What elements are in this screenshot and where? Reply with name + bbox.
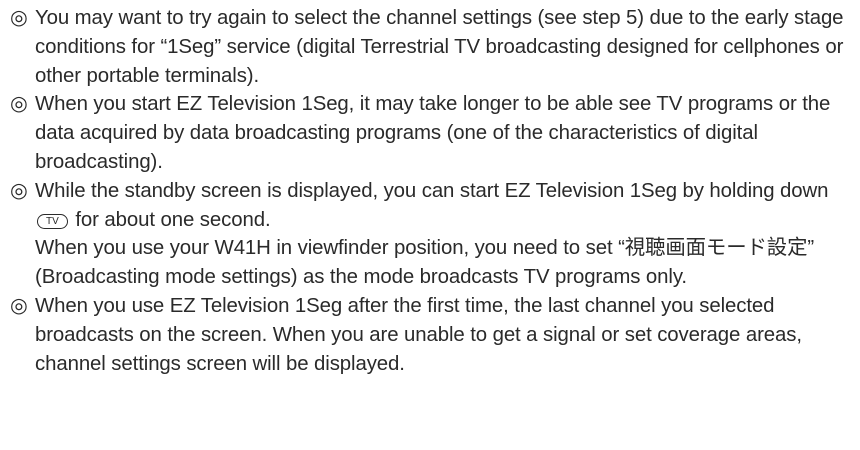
tv-key-icon: TV [37,213,68,229]
note-text-continuation: When you use your W41H in viewfinder pos… [35,237,815,289]
double-circle-bullet-icon: ◎ [10,294,28,317]
notes-list: ◎ You may want to try again to select th… [10,4,856,378]
double-circle-bullet-icon: ◎ [10,93,28,116]
note-text: for about one second. [75,208,271,231]
note-text: When you start EZ Television 1Seg, it ma… [35,93,831,173]
note-item: ◎ While the standby screen is displayed,… [10,177,856,292]
note-text: You may want to try again to select the … [35,7,844,87]
note-item: ◎ You may want to try again to select th… [10,4,856,90]
note-item: ◎ When you start EZ Television 1Seg, it … [10,90,856,176]
note-text: When you use EZ Television 1Seg after th… [35,294,802,375]
double-circle-bullet-icon: ◎ [10,7,28,29]
double-circle-bullet-icon: ◎ [10,179,28,202]
note-text: While the standby screen is displayed, y… [35,179,829,202]
note-item: ◎ When you use EZ Television 1Seg after … [10,292,856,378]
